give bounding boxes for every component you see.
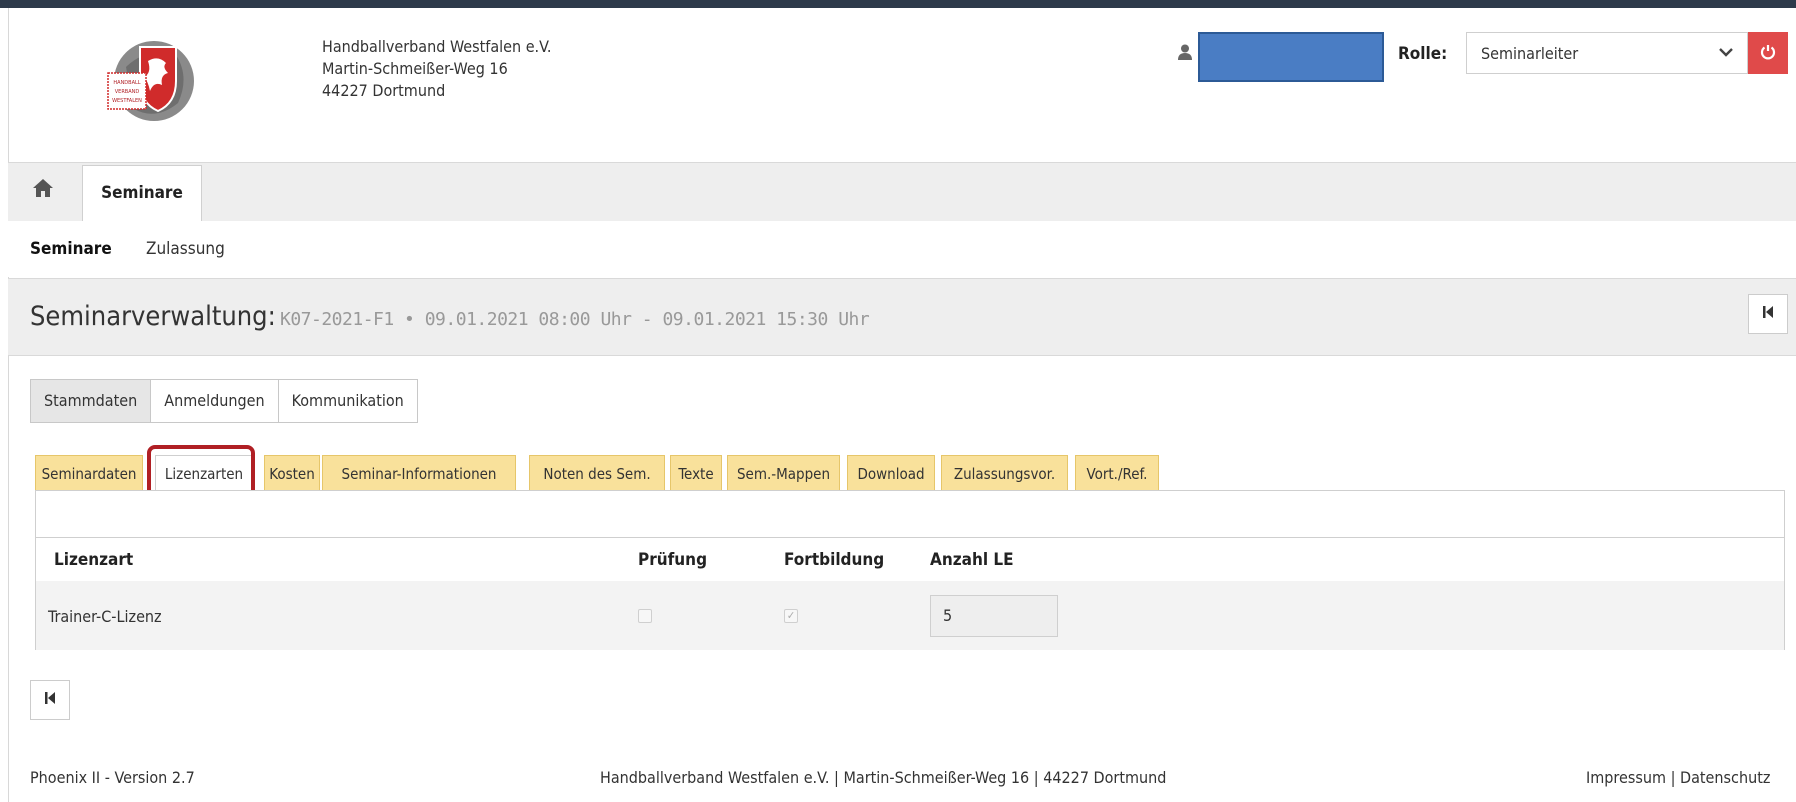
subnav-item-zulassung[interactable]: Zulassung	[146, 239, 225, 259]
checkbox-fortbildung[interactable]: ✓	[784, 609, 798, 623]
first-page-icon	[44, 690, 56, 709]
home-icon[interactable]	[32, 178, 54, 204]
user-icon	[1178, 44, 1192, 64]
stammdaten-button[interactable]: Stammdaten	[30, 379, 152, 423]
cell-lizenzart: Trainer-C-Lizenz	[48, 607, 162, 626]
handball-westfalen-logo[interactable]: HANDBALL VERBAND WESTFALEN	[106, 37, 196, 127]
role-select[interactable]: Seminarleiter	[1466, 32, 1748, 74]
user-name-redacted	[1198, 32, 1384, 82]
role-select-value: Seminarleiter	[1481, 44, 1579, 63]
main-navigation: Seminare	[8, 162, 1796, 222]
tab-texte[interactable]: Texte	[670, 455, 722, 491]
tab-seminare[interactable]: Seminare	[82, 165, 202, 221]
page-title-bar: Seminarverwaltung: K07-2021-F1 • 09.01.2…	[8, 278, 1796, 356]
logout-button[interactable]	[1748, 32, 1788, 74]
column-header-pruefung: Prüfung	[638, 550, 708, 570]
footer-links: Impressum | Datenschutz	[1586, 768, 1770, 787]
role-label: Rolle:	[1398, 44, 1448, 64]
anmeldungen-button[interactable]: Anmeldungen	[150, 379, 279, 423]
logo-text-line: HANDBALL	[113, 80, 140, 86]
table-header: Lizenzart Prüfung Fortbildung Anzahl LE	[36, 537, 1784, 583]
org-name: Handballverband Westfalen e.V.	[322, 37, 552, 56]
footer-separator: |	[1670, 768, 1676, 787]
column-header-fortbildung: Fortbildung	[784, 550, 885, 570]
back-button-bottom[interactable]	[30, 680, 70, 720]
tab-seminardaten[interactable]: Seminardaten	[35, 455, 143, 491]
anzahl-le-input[interactable]: 5	[930, 595, 1058, 637]
tab-seminar-informationen[interactable]: Seminar-Informationen	[322, 455, 516, 491]
window-top-border	[0, 0, 1796, 8]
tab-noten-des-sem[interactable]: Noten des Sem.	[529, 455, 665, 491]
first-page-icon	[1762, 304, 1774, 323]
kommunikation-button[interactable]: Kommunikation	[277, 379, 418, 423]
org-city: 44227 Dortmund	[322, 81, 446, 100]
sub-navigation: Seminare Zulassung	[8, 221, 1796, 277]
window-left-border	[0, 8, 9, 802]
tab-kosten[interactable]: Kosten	[264, 455, 320, 491]
column-header-lizenzart: Lizenzart	[54, 550, 134, 570]
subnav-item-seminare[interactable]: Seminare	[30, 239, 112, 259]
back-button-top[interactable]	[1748, 294, 1788, 334]
tab-sem-mappen[interactable]: Sem.-Mappen	[727, 455, 840, 491]
tab-vort-ref[interactable]: Vort./Ref.	[1075, 455, 1159, 491]
logo-text-line: VERBAND	[115, 89, 140, 95]
column-header-anzahl-le: Anzahl LE	[930, 550, 1014, 570]
checkbox-pruefung[interactable]	[638, 609, 652, 623]
version-text: Phoenix II - Version 2.7	[30, 768, 195, 787]
seminar-details: K07-2021-F1 • 09.01.2021 08:00 Uhr - 09.…	[280, 309, 870, 330]
datenschutz-link[interactable]: Datenschutz	[1680, 768, 1770, 787]
section-button-group: Stammdaten Anmeldungen Kommunikation	[30, 379, 418, 423]
table-row: Trainer-C-Lizenz ✓ 5	[36, 581, 1784, 650]
page-title: Seminarverwaltung:	[30, 301, 276, 332]
impressum-link[interactable]: Impressum	[1586, 768, 1666, 787]
footer-address: Handballverband Westfalen e.V. | Martin-…	[600, 768, 1167, 787]
tab-download[interactable]: Download	[847, 455, 935, 491]
organization-address: Handballverband Westfalen e.V. Martin-Sc…	[322, 36, 551, 102]
lizenzarten-panel: Lizenzart Prüfung Fortbildung Anzahl LE …	[35, 490, 1785, 650]
chevron-down-icon	[1719, 42, 1733, 61]
org-street: Martin-Schmeißer-Weg 16	[322, 59, 508, 78]
tab-zulassungsvor[interactable]: Zulassungsvor.	[941, 455, 1068, 491]
logo-text-line: WESTFALEN	[112, 98, 142, 104]
power-icon	[1760, 42, 1776, 63]
